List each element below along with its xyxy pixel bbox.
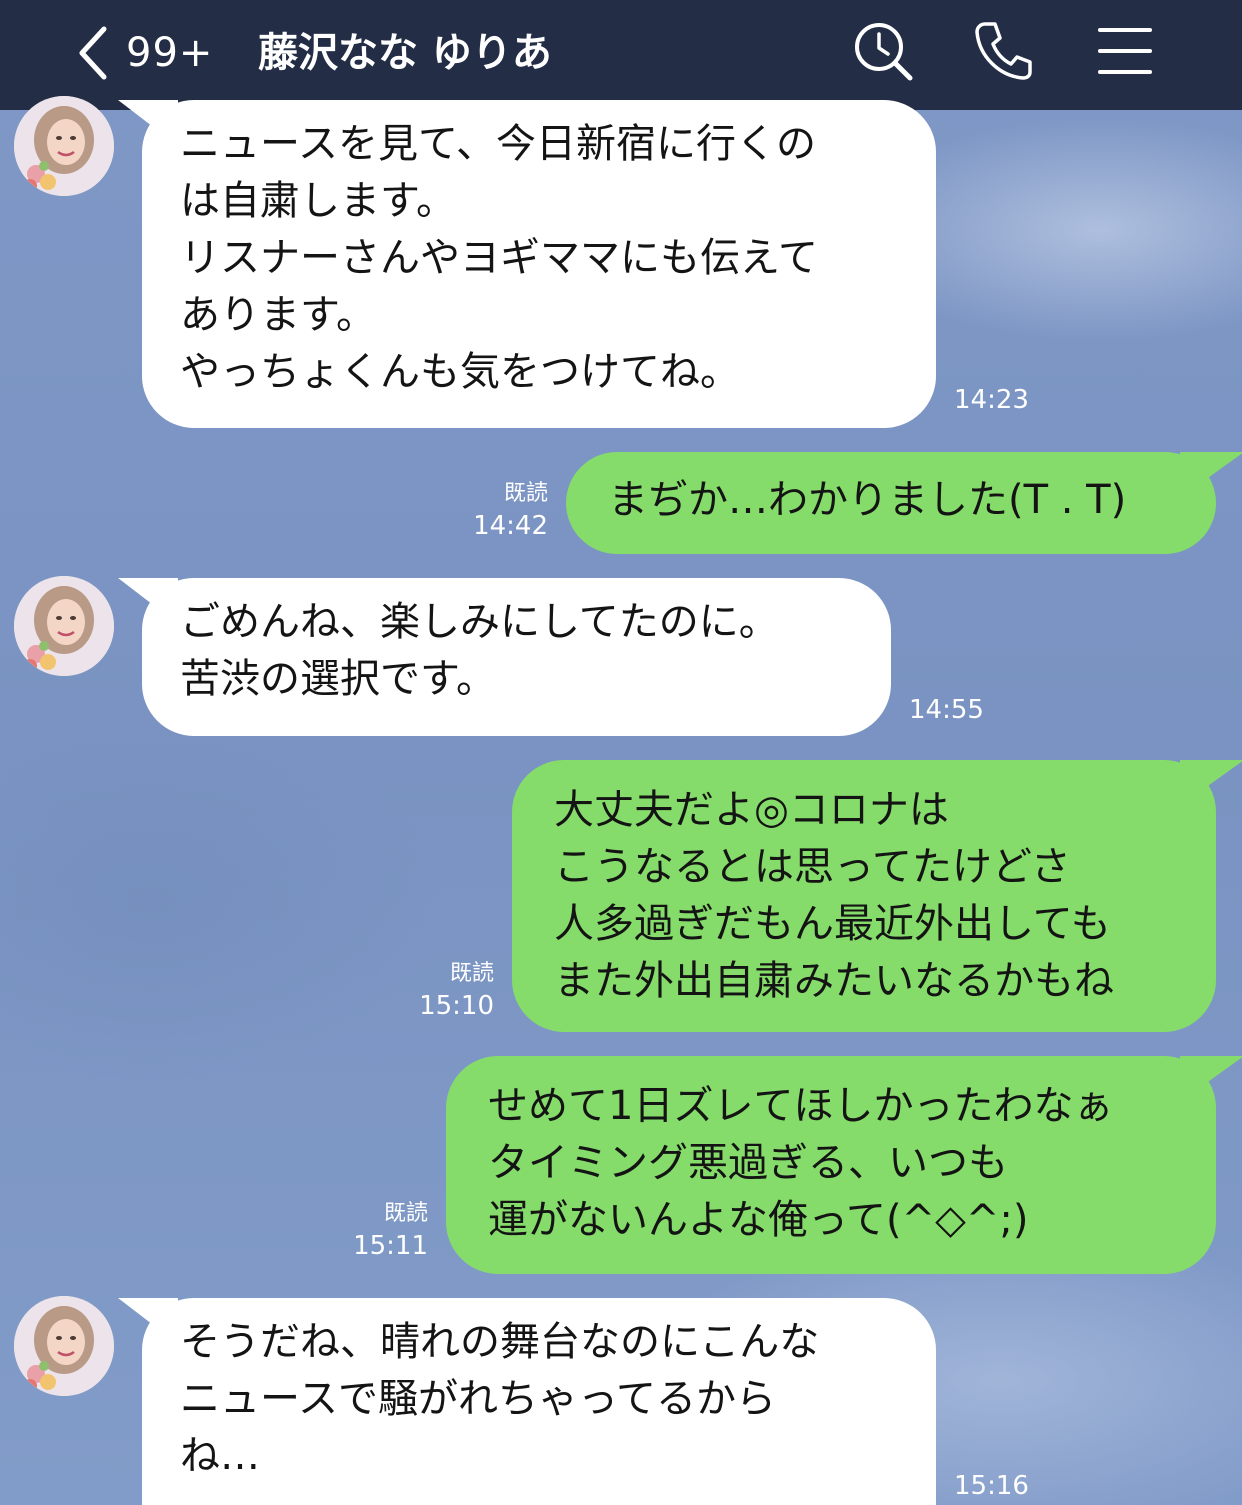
hamburger-menu-icon: [1098, 28, 1152, 74]
avatar-portrait-icon: [14, 1296, 114, 1396]
message-meta: 14:23: [954, 384, 1029, 416]
message-time: 14:55: [909, 695, 984, 725]
message-meta: 15:16: [954, 1470, 1029, 1502]
chat-title: 藤沢なな ゆりあ: [258, 30, 552, 76]
read-receipt: 既読: [449, 961, 494, 986]
message-meta: 既読 14:42: [440, 478, 548, 542]
avatar-portrait-icon: [14, 576, 114, 676]
message-time: 15:10: [419, 991, 494, 1021]
read-receipt: 既読: [383, 1201, 428, 1226]
back-button[interactable]: 99+: [70, 18, 213, 88]
menu-button[interactable]: [1088, 14, 1162, 88]
message-time: 15:16: [954, 1471, 1029, 1501]
avatar[interactable]: [14, 1296, 114, 1396]
message-bubble-incoming[interactable]: そうだね、晴れの舞台なのにこんな ニュースで騒がれちゃってるから ね…: [142, 1298, 936, 1505]
phone-icon: [975, 22, 1032, 80]
avatar-portrait-icon: [14, 96, 114, 196]
message-time: 15:11: [353, 1231, 428, 1261]
avatar[interactable]: [14, 576, 114, 676]
message-time: 14:23: [954, 385, 1029, 415]
chevron-left-icon: [79, 26, 107, 80]
search-button[interactable]: [846, 14, 920, 88]
message-bubble-outgoing[interactable]: まぢか…わかりました(T . T): [566, 452, 1216, 554]
chat-header: 99+ 藤沢なな ゆりあ: [0, 0, 1242, 110]
message-time: 14:42: [473, 511, 548, 541]
message-bubble-outgoing[interactable]: 大丈夫だよ◎コロナは こうなるとは思ってたけどさ 人多過ぎだもん最近外出しても …: [512, 760, 1216, 1032]
unread-count-badge: 99+: [126, 30, 214, 76]
avatar[interactable]: [14, 96, 114, 196]
read-receipt: 既読: [503, 481, 548, 506]
search-clock-icon: [855, 23, 913, 81]
message-bubble-incoming[interactable]: ごめんね、楽しみにしてたのに。 苦渋の選択です。: [142, 578, 891, 736]
message-bubble-incoming[interactable]: ニュースを見て、今日新宿に行くの は自粛します。 リスナーさんやヨギママにも伝え…: [142, 100, 936, 428]
message-meta: 既読 15:11: [318, 1198, 428, 1262]
message-bubble-outgoing[interactable]: せめて1日ズレてほしかったわなぁ タイミング悪過ぎる、いつも 運がないんよな俺っ…: [446, 1056, 1216, 1274]
message-meta: 既読 15:10: [384, 958, 494, 1022]
message-meta: 14:55: [909, 694, 984, 726]
call-button[interactable]: [965, 14, 1039, 88]
